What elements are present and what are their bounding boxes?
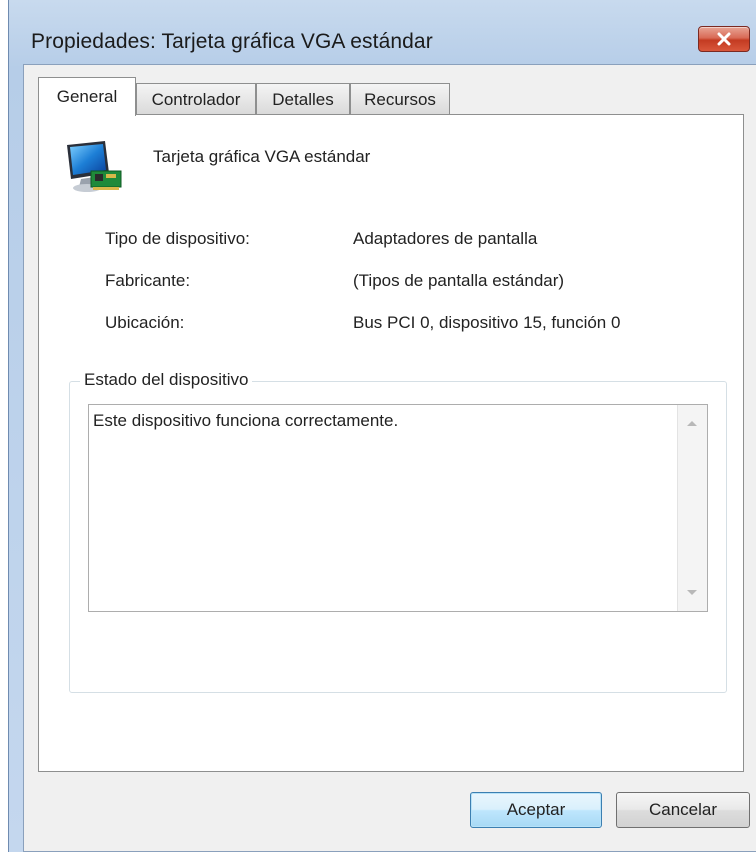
status-scrollbar[interactable] [677, 405, 707, 611]
tab-detalles-label: Detalles [272, 89, 334, 109]
prop-label-location: Ubicación: [105, 313, 185, 332]
prop-label-manufacturer: Fabricante: [105, 271, 191, 290]
tab-controlador-label: Controlador [151, 89, 241, 109]
tab-recursos-label: Recursos [364, 89, 436, 109]
dialog-client-area: General Controlador Detalles Recursos Ta… [23, 64, 756, 852]
close-button[interactable] [698, 26, 750, 52]
properties-window: Propiedades: Tarjeta gráfica VGA estánda… [8, 0, 756, 852]
prop-value-device-type: Adaptadores de pantalla [353, 229, 538, 248]
device-status-text: Este dispositivo funciona correctamente. [93, 411, 399, 430]
prop-value-manufacturer: (Tipos de pantalla estándar) [353, 271, 565, 290]
tab-general[interactable]: General [38, 77, 136, 116]
window-title: Propiedades: Tarjeta gráfica VGA estánda… [31, 30, 433, 53]
device-name: Tarjeta gráfica VGA estándar [153, 147, 371, 166]
device-status-group: Estado del dispositivo Este dispositivo … [69, 370, 727, 693]
prop-value-location: Bus PCI 0, dispositivo 15, función 0 [353, 313, 621, 332]
tab-controlador[interactable]: Controlador [136, 83, 256, 115]
general-tab-panel: Tarjeta gráfica VGA estándar Tipo de dis… [38, 114, 744, 772]
device-status-textbox[interactable]: Este dispositivo funciona correctamente. [88, 404, 708, 612]
tab-detalles[interactable]: Detalles [256, 83, 350, 115]
tab-general-label: General [56, 87, 118, 106]
prop-label-device-type: Tipo de dispositivo: [105, 229, 250, 248]
title-bar: Propiedades: Tarjeta gráfica VGA estánda… [9, 0, 756, 70]
scroll-down-icon[interactable] [687, 590, 697, 595]
ok-button[interactable]: Aceptar [470, 792, 602, 828]
cancel-button[interactable]: Cancelar [616, 792, 750, 828]
scroll-up-icon[interactable] [687, 421, 697, 426]
tab-recursos[interactable]: Recursos [350, 83, 450, 115]
close-icon [717, 32, 731, 46]
display-adapter-icon [67, 141, 122, 192]
device-status-group-label: Estado del dispositivo [80, 370, 253, 390]
